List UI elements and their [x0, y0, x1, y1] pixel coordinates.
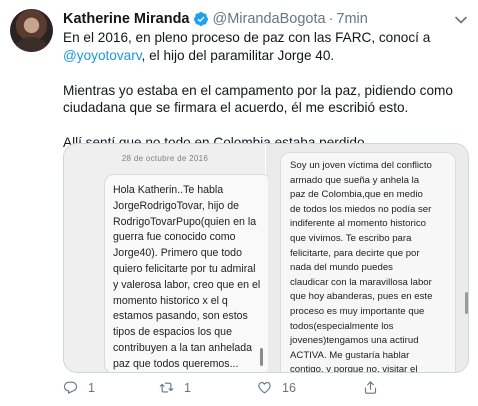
screenshot-image-right[interactable]: Soy un joven víctima del conflicto armad…	[268, 144, 468, 372]
tweet-card[interactable]: Katherine Miranda @MirandaBogota · 7min …	[0, 0, 478, 406]
like-count: 16	[282, 380, 296, 395]
media-grid: 28 de octubre de 2016 Hola Katherin..Te …	[63, 143, 469, 373]
screenshot-image-left[interactable]: 28 de octubre de 2016 Hola Katherin..Te …	[64, 144, 272, 372]
reply-button[interactable]: 1	[63, 380, 95, 395]
mention-link[interactable]: @yoyotovarv	[63, 48, 142, 63]
retweet-count: 1	[184, 380, 191, 395]
reply-count: 1	[88, 380, 95, 395]
reply-icon	[63, 381, 78, 394]
author-handle[interactable]: @MirandaBogota	[213, 11, 326, 27]
chat-bubble-left: Hola Katherin..Te habla JorgeRodrigoTova…	[104, 174, 272, 372]
share-icon	[364, 381, 377, 394]
tweet-header: Katherine Miranda @MirandaBogota · 7min	[63, 10, 450, 28]
retweet-icon	[159, 382, 174, 393]
chat-bubble-right: Soy un joven víctima del conflicto armad…	[280, 152, 456, 372]
scrollbar-thumb-left	[260, 348, 263, 366]
heart-icon	[258, 381, 271, 394]
like-button[interactable]: 16	[257, 380, 296, 395]
tweet-actions: 1 1 16	[63, 380, 463, 396]
share-button[interactable]	[363, 380, 388, 395]
tweet-paragraph-2: Mientras yo estaba en el campamento por …	[63, 82, 453, 116]
scrollbar-thumb-right	[465, 292, 468, 314]
paragraph-1-end: , el hijo del paramilitar Jorge 40.	[141, 47, 335, 63]
tweet-time[interactable]: 7min	[336, 11, 367, 27]
retweet-button[interactable]: 1	[159, 380, 191, 395]
chat-date-label: 28 de octubre de 2016	[121, 154, 209, 163]
author-name[interactable]: Katherine Miranda	[63, 11, 190, 27]
paragraph-1-start: En el 2016, en pleno proceso de paz con …	[63, 30, 431, 45]
separator-dot: ·	[328, 11, 334, 27]
avatar[interactable]	[10, 9, 53, 52]
avatar-shoulders	[16, 37, 47, 52]
chevron-down-icon[interactable]	[454, 12, 468, 24]
verified-badge-icon	[193, 11, 209, 27]
tweet-paragraph-1: En el 2016, en pleno proceso de paz con …	[63, 29, 463, 64]
